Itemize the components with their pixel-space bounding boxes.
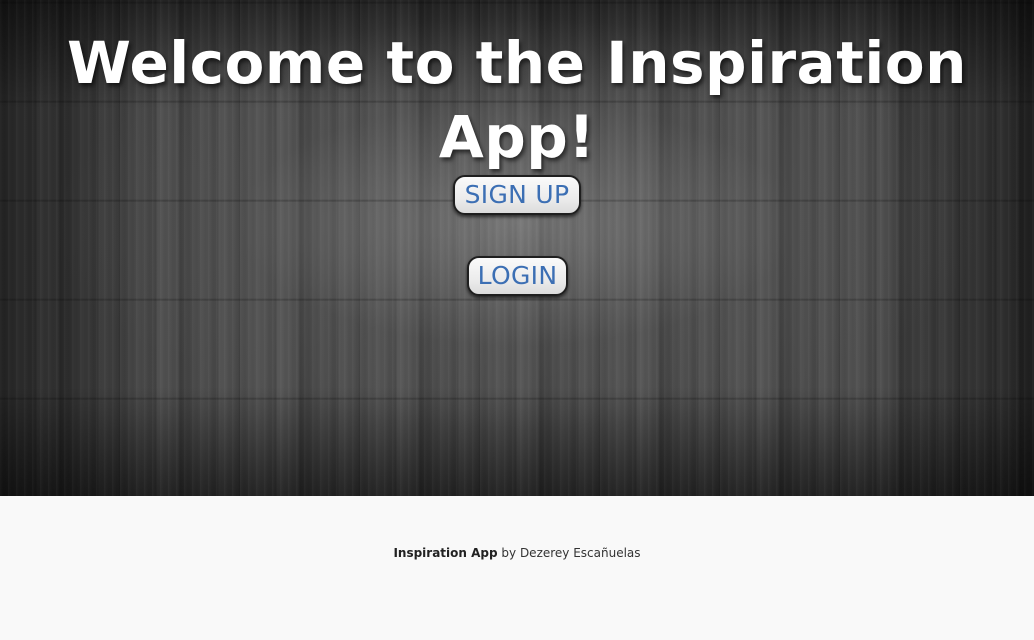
- footer-byline: by Dezerey Escañuelas: [497, 546, 641, 560]
- footer-app-name: Inspiration App: [393, 546, 498, 560]
- footer-credit: Inspiration App by Dezerey Escañuelas: [0, 546, 1034, 560]
- sign-up-button[interactable]: SIGN UP: [453, 175, 581, 215]
- footer: Inspiration App by Dezerey Escañuelas: [0, 496, 1034, 640]
- login-button[interactable]: LOGIN: [467, 256, 568, 296]
- page-title: Welcome to the Inspiration App!: [67, 29, 967, 171]
- hero-banner: Welcome to the Inspiration App! SIGN UP …: [0, 0, 1034, 496]
